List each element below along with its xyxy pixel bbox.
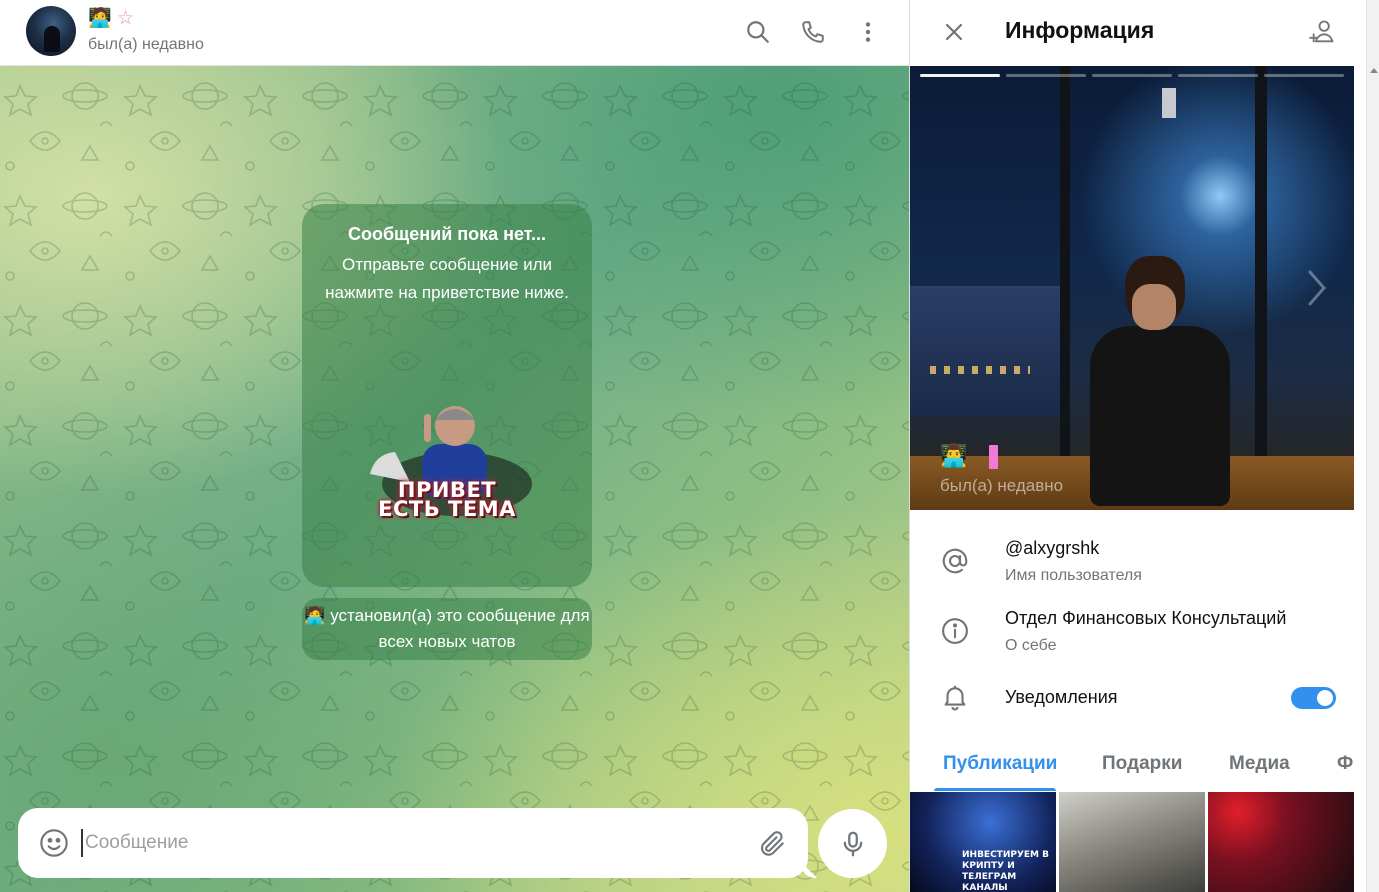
media-tile[interactable] <box>1208 792 1354 892</box>
greeting-title: Сообщений пока нет... <box>347 224 547 244</box>
chat-title-star: ☆ <box>116 8 134 29</box>
emoji-button[interactable] <box>38 827 70 859</box>
photo-progress-bar <box>1006 74 1086 77</box>
photo-city-lights <box>930 366 1030 374</box>
info-title: Информация <box>1005 17 1155 43</box>
media-tile[interactable]: ИНВЕСТИРУЕМ В КРИПТУ И ТЕЛЕГРАМ КАНАЛЫ <box>910 792 1056 892</box>
message-input[interactable] <box>81 829 681 857</box>
profile-photo[interactable]: 👨‍💻 был(а) недавно <box>910 66 1354 510</box>
bio-row[interactable]: Отдел Финансовых Консультаций О себе <box>910 600 1366 660</box>
toggle-knob <box>1315 688 1335 708</box>
photo-building <box>910 286 1060 416</box>
photo-person-body <box>1090 326 1230 506</box>
tab-files[interactable]: Ф <box>1337 753 1353 775</box>
notifications-toggle[interactable] <box>1291 687 1336 709</box>
emoji-icon <box>40 829 68 857</box>
greeting-card: Сообщений пока нет... Отправьте сообщени… <box>302 204 592 587</box>
photo-progress-bar <box>1264 74 1344 77</box>
media-tile-caption: ИНВЕСТИРУЕМ В КРИПТУ И ТЕЛЕГРАМ КАНАЛЫ <box>962 850 1049 892</box>
photo-emoji-status: 👨‍💻 <box>940 443 999 470</box>
info-panel: Информация 👨‍💻 был(а) недавно <box>910 0 1366 892</box>
greeting-text: Отправьте сообщение или нажмите на приве… <box>325 255 569 302</box>
media-grid: ИНВЕСТИРУЕМ В КРИПТУ И ТЕЛЕГРАМ КАНАЛЫ <box>910 792 1354 892</box>
next-photo-chevron-icon[interactable] <box>1302 266 1332 310</box>
info-icon <box>938 614 972 648</box>
close-info-button[interactable] <box>936 14 972 50</box>
attach-icon <box>760 831 784 856</box>
search-icon <box>747 21 769 43</box>
bio-label: О себе <box>1005 637 1057 654</box>
notifications-label: Уведомления <box>1005 687 1118 707</box>
avatar[interactable] <box>26 6 76 56</box>
bell-icon <box>938 680 972 714</box>
photo-progress-bars <box>920 74 1344 77</box>
tab-publications[interactable]: Публикации <box>943 753 1057 775</box>
photo-status: был(а) недавно <box>940 476 1064 495</box>
info-header: Информация <box>910 0 1366 66</box>
username-label: Имя пользователя <box>1005 567 1142 584</box>
close-icon <box>945 23 963 41</box>
chat-title[interactable]: 🧑‍💻 ☆ <box>88 8 134 30</box>
at-sign-icon <box>938 544 972 578</box>
username-value: @alxygrshk <box>1005 538 1100 558</box>
search-button[interactable] <box>740 14 776 50</box>
photo-window-frame <box>1255 66 1267 510</box>
sticker-text-line2: ЕСТЬ ТЕМА <box>378 497 516 521</box>
photo-pink-badge <box>989 445 999 470</box>
photo-tower <box>1162 88 1176 118</box>
photo-window-frame <box>1060 66 1070 510</box>
scroll-up-arrow-icon[interactable] <box>1370 68 1378 73</box>
service-message: 🧑‍💻 установил(а) это сообщение для всех … <box>302 598 592 660</box>
microphone-icon <box>843 831 862 856</box>
bio-value: Отдел Финансовых Консультаций <box>1005 608 1287 628</box>
voice-record-button[interactable] <box>818 809 887 878</box>
call-button[interactable] <box>795 14 831 50</box>
greeting-sticker[interactable]: ПРИВЕТ ЕСТЬ ТЕМА <box>362 404 532 529</box>
chat-status: был(а) недавно <box>88 36 204 53</box>
active-tab-indicator <box>934 788 1056 791</box>
add-contact-icon <box>1309 20 1334 43</box>
message-composer <box>18 808 817 878</box>
phone-icon <box>802 21 824 43</box>
photo-progress-bar <box>920 74 1000 77</box>
profile-tabs: Публикации Подарки Медиа Ф <box>910 745 1366 791</box>
photo-person <box>1090 256 1230 506</box>
window-scrollbar[interactable] <box>1366 0 1379 892</box>
attach-button[interactable] <box>756 828 788 860</box>
photo-emoji: 👨‍💻 <box>940 443 968 468</box>
chat-header: 🧑‍💻 ☆ был(а) недавно <box>0 0 909 66</box>
chat-panel: 🧑‍💻 ☆ был(а) недавно <box>0 0 909 892</box>
chat-title-emoji: 🧑‍💻 <box>88 8 112 29</box>
tab-media[interactable]: Медиа <box>1229 753 1290 775</box>
tab-gifts[interactable]: Подарки <box>1102 753 1182 775</box>
add-contact-button[interactable] <box>1304 13 1342 51</box>
photo-progress-bar <box>1092 74 1172 77</box>
media-tile[interactable] <box>1059 792 1205 892</box>
more-vertical-icon <box>865 22 871 42</box>
more-button[interactable] <box>850 14 886 50</box>
chat-background: Сообщений пока нет... Отправьте сообщени… <box>0 66 909 892</box>
photo-person-face <box>1132 284 1176 330</box>
username-row[interactable]: @alxygrshk Имя пользователя <box>910 530 1366 590</box>
photo-progress-bar <box>1178 74 1258 77</box>
